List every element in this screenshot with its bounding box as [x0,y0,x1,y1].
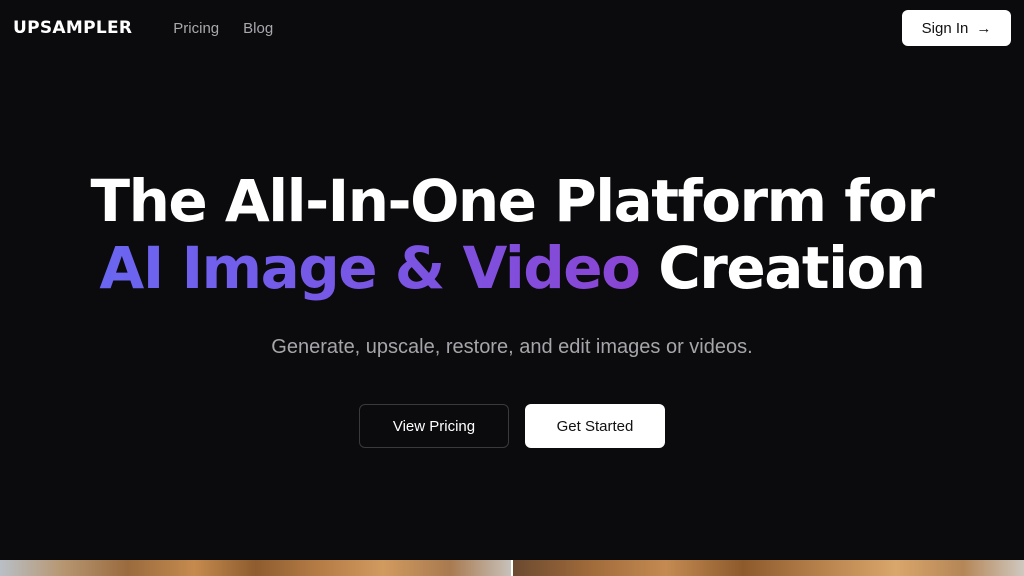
hero-title-rest: Creation [658,234,926,302]
sign-in-button[interactable]: Sign In → [902,10,1011,46]
hero-title: The All-In-One Platform for AI Image & V… [0,168,1024,302]
view-pricing-button[interactable]: View Pricing [359,404,509,448]
before-after-preview [0,560,1024,576]
after-image [513,560,1024,576]
before-image [0,560,511,576]
get-started-button[interactable]: Get Started [525,404,665,448]
hero-title-gradient: AI Image & Video [99,234,641,302]
sign-in-label: Sign In [921,19,969,37]
arrow-right-icon: → [976,19,992,37]
landing-page: UPSAMPLER Pricing Blog Sign In → The All… [0,0,1024,576]
main-nav: Pricing Blog [173,20,273,37]
hero-title-line1: The All-In-One Platform for [90,167,935,235]
nav-link-pricing[interactable]: Pricing [173,20,219,37]
nav-link-blog[interactable]: Blog [243,20,273,37]
hero-subtitle: Generate, upscale, restore, and edit ima… [271,336,753,358]
cta-buttons: View Pricing Get Started [0,404,1024,448]
logo[interactable]: UPSAMPLER [13,18,132,38]
top-header: UPSAMPLER Pricing Blog Sign In → [0,0,1024,56]
